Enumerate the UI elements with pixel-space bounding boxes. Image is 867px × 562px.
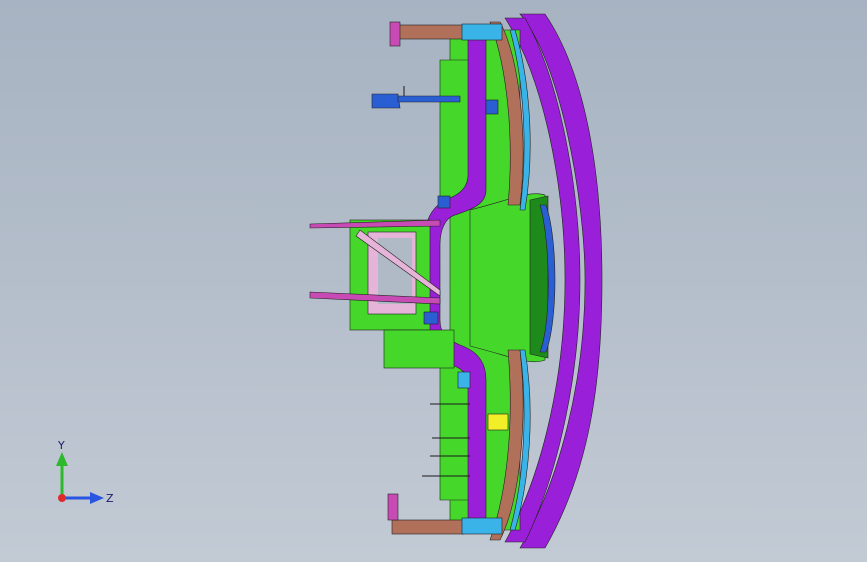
top-mount-bracket-left[interactable]: [391, 24, 465, 40]
bottom-mount-plate[interactable]: [387, 493, 399, 521]
z-axis-label: Z: [106, 492, 114, 505]
lower-blue-clip[interactable]: [423, 311, 439, 325]
y-axis-arrow: [56, 452, 68, 466]
upper-green-structure[interactable]: [439, 59, 471, 201]
bottom-mount-bracket-left[interactable]: [391, 519, 465, 535]
upper-blue-bracket[interactable]: [371, 93, 401, 109]
triad-origin: [58, 494, 66, 502]
z-axis-arrow: [90, 492, 104, 504]
yellow-part-marker[interactable]: [487, 413, 509, 431]
bottom-mount-cap[interactable]: [461, 517, 503, 535]
graphics-viewport[interactable]: Y Z: [0, 0, 867, 562]
top-mount-cap[interactable]: [461, 23, 503, 41]
instrument-panel-model[interactable]: [0, 0, 867, 562]
lower-console-block[interactable]: [383, 329, 455, 369]
coordinate-triad: Y Z: [56, 439, 114, 505]
upper-blue-clip[interactable]: [485, 99, 499, 115]
lower-cyan-clip[interactable]: [457, 371, 471, 389]
center-blue-clip[interactable]: [437, 195, 451, 209]
top-mount-plate[interactable]: [389, 21, 401, 47]
upper-bracket-arm[interactable]: [397, 95, 461, 103]
y-axis-label: Y: [57, 439, 65, 452]
